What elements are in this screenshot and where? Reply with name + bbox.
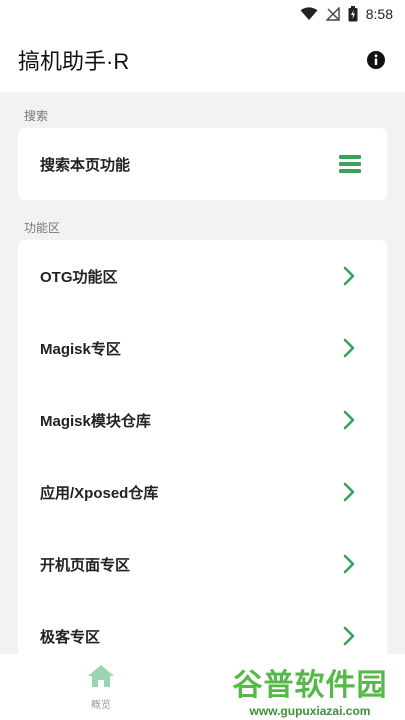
chevron-right-icon [343, 265, 357, 287]
chevron-right-icon [343, 625, 357, 647]
feature-item-magisk-modules[interactable]: Magisk模块仓库 [18, 384, 387, 456]
chevron-right-icon [343, 553, 357, 575]
feature-item-label: Magisk模块仓库 [40, 412, 151, 430]
info-icon[interactable] [365, 49, 387, 71]
chevron-right-icon [343, 481, 357, 503]
chevron-right-icon [343, 337, 357, 359]
watermark-title: 谷普软件园 [232, 669, 388, 702]
feature-item-label: 极客专区 [40, 628, 101, 646]
search-page-label: 搜索本页功能 [40, 156, 131, 174]
nav-item-label: 概览 [91, 699, 111, 711]
battery-icon [348, 6, 358, 22]
feature-item-label: 开机页面专区 [40, 556, 131, 574]
app-title: 搞机助手·R [18, 49, 130, 74]
watermark-url: www.gupuxiazai.com [249, 704, 371, 718]
feature-item-xposed-repo[interactable]: 应用/Xposed仓库 [18, 456, 387, 528]
feature-item-otg[interactable]: OTG功能区 [18, 240, 387, 312]
menu-icon[interactable] [339, 155, 361, 173]
wifi-icon [300, 7, 318, 21]
feature-item-label: Magisk专区 [40, 340, 121, 358]
feature-section-header: 功能区 [24, 221, 61, 235]
search-section-header: 搜索 [24, 109, 49, 123]
chevron-right-icon [343, 409, 357, 431]
nav-item-overview[interactable]: 概览 [0, 654, 202, 720]
main-content: 搜索 搜索本页功能 功能区 OTG功能区 Magisk专区 Magisk模块仓库… [0, 92, 405, 672]
feature-item-boot-page[interactable]: 开机页面专区 [18, 528, 387, 600]
status-bar: 8:58 [0, 0, 405, 28]
status-time: 8:58 [365, 6, 393, 22]
signal-icon [325, 7, 340, 21]
feature-item-magisk[interactable]: Magisk专区 [18, 312, 387, 384]
app-bar: 搞机助手·R [0, 28, 405, 92]
feature-item-label: OTG功能区 [40, 268, 118, 286]
watermark: 谷普软件园 www.gupuxiazai.com [220, 660, 400, 718]
feature-list: OTG功能区 Magisk专区 Magisk模块仓库 应用/Xposed仓库 开… [18, 240, 387, 672]
feature-item-label: 应用/Xposed仓库 [40, 484, 159, 502]
search-card[interactable]: 搜索本页功能 [18, 128, 387, 200]
home-icon [87, 664, 115, 693]
